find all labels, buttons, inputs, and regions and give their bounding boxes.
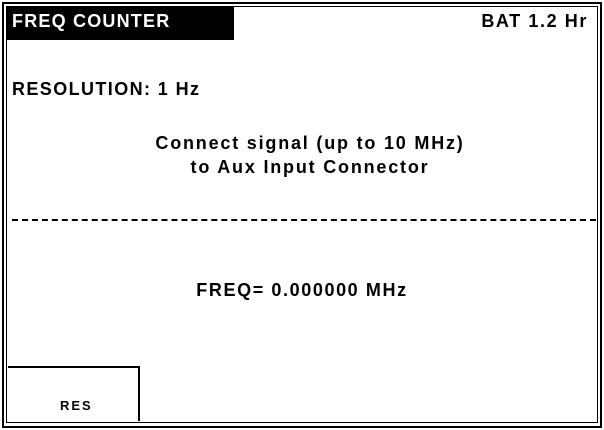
frequency-readout: FREQ= 0.000000 MHz [196, 280, 408, 300]
res-softkey-label: RES [60, 398, 93, 413]
instruction-line-2: to Aux Input Connector [190, 157, 430, 177]
res-softkey-button[interactable]: RES [8, 366, 140, 421]
dashed-divider [12, 219, 596, 221]
display-inner-frame [6, 6, 598, 423]
instruction-line-1: Connect signal (up to 10 MHz) [155, 133, 465, 153]
resolution-setting: RESOLUTION: 1 Hz [12, 79, 201, 99]
battery-status: BAT 1.2 Hr [481, 11, 588, 31]
mode-title: FREQ COUNTER [12, 11, 171, 31]
